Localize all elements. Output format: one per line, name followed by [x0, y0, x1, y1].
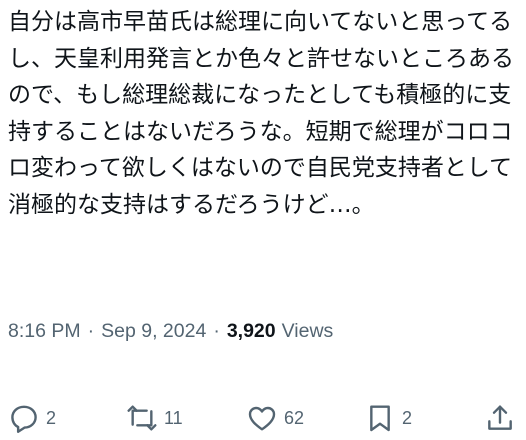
reply-count: 2 [46, 407, 57, 428]
tweet-time[interactable]: 8:16 PM [8, 320, 81, 343]
bookmark-icon [364, 402, 396, 434]
views-label[interactable]: Views [282, 320, 334, 343]
like-button[interactable]: 62 [246, 396, 304, 440]
share-icon [484, 402, 516, 434]
views-count[interactable]: 3,920 [227, 320, 276, 343]
meta-separator: · [87, 319, 95, 342]
tweet-text: 自分は高市早苗氏は総理に向いてないと思ってるし、天皇利用発言とか色々と許せないと… [8, 9, 514, 218]
reply-button[interactable]: 2 [8, 396, 56, 440]
tweet-actions: 2 11 62 2 [0, 396, 526, 440]
heart-icon [246, 402, 278, 434]
repost-count: 11 [164, 407, 183, 428]
like-count: 62 [284, 407, 305, 428]
tweet-date[interactable]: Sep 9, 2024 [101, 320, 206, 343]
tweet-metadata: 8:16 PM · Sep 9, 2024 · 3,920 Views [8, 316, 333, 346]
meta-separator: · [213, 319, 220, 342]
bookmark-button[interactable]: 2 [364, 396, 412, 440]
bookmark-count: 2 [402, 407, 413, 428]
repost-icon [126, 402, 158, 434]
reply-icon [8, 402, 40, 434]
repost-button[interactable]: 11 [126, 396, 183, 440]
share-button[interactable] [484, 396, 516, 440]
